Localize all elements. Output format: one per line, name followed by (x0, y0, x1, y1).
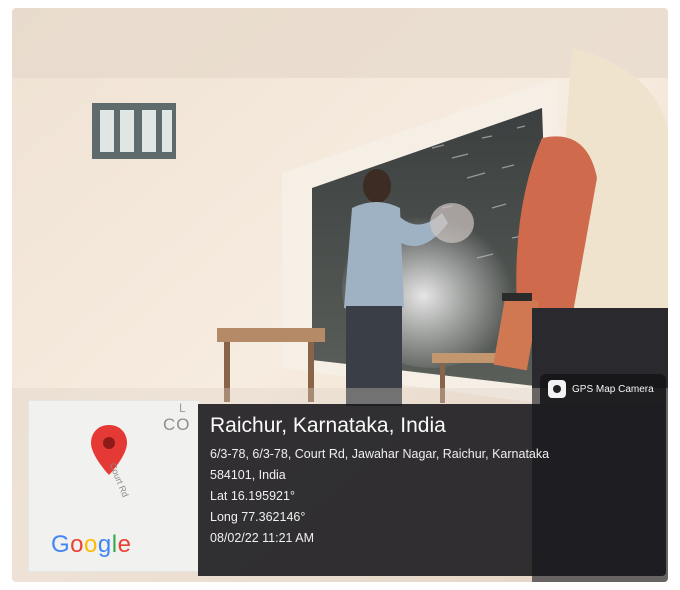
timestamp: 08/02/22 11:21 AM (210, 531, 315, 545)
gps-map-camera-badge: GPS Map Camera (540, 374, 666, 404)
badge-label: GPS Map Camera (572, 383, 654, 395)
map-partial-text: CO (163, 415, 191, 434)
map-thumbnail: L CO Court Rd Google (28, 400, 200, 572)
map-partial-text-top: L (179, 401, 186, 415)
location-info-panel: Raichur, Karnataka, India 6/3-78, 6/3-78… (198, 404, 666, 576)
location-title: Raichur, Karnataka, India (210, 414, 446, 437)
camera-icon (548, 380, 566, 398)
address-line-1: 6/3-78, 6/3-78, Court Rd, Jawahar Nagar,… (210, 447, 550, 461)
ceiling (12, 8, 668, 78)
google-logo: Google (51, 531, 132, 558)
longitude: Long 77.362146° (210, 510, 306, 524)
window (92, 103, 176, 159)
photo: GPS Map Camera L CO Court Rd Google Raic… (12, 8, 668, 582)
address-line-2: 584101, India (210, 468, 286, 482)
latitude: Lat 16.195921° (210, 489, 295, 503)
